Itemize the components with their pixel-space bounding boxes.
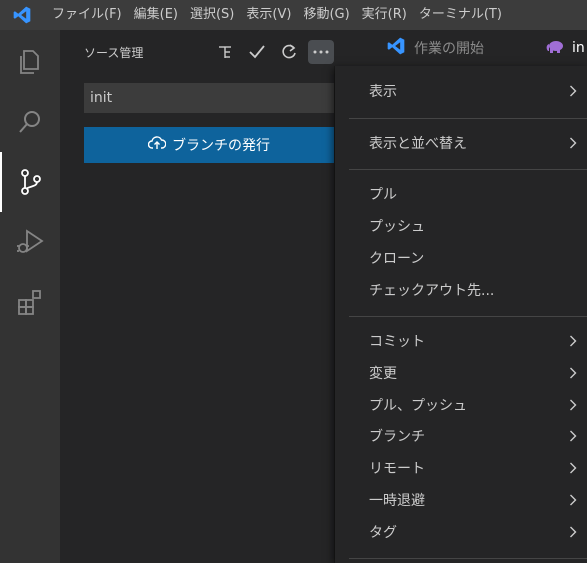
menu-separator <box>349 316 587 317</box>
menu-separator <box>349 169 587 170</box>
cloud-upload-icon <box>147 136 167 154</box>
menu-item-branch[interactable]: ブランチ <box>335 421 587 451</box>
menu-item-push[interactable]: プッシュ <box>335 211 587 241</box>
sidebar-title: ソース管理 <box>84 45 144 60</box>
chevron-right-icon <box>567 366 579 380</box>
menu-separator <box>349 558 587 559</box>
menu-edit[interactable]: 編集(E) <box>128 0 184 30</box>
menu-bar: ファイル(F) 編集(E) 選択(S) 表示(V) 移動(G) 実行(R) ター… <box>44 0 508 30</box>
chevron-right-icon <box>567 136 579 150</box>
menu-item-stash[interactable]: 一時退避 <box>335 485 587 515</box>
refresh-icon[interactable] <box>276 39 302 65</box>
chevron-right-icon <box>567 334 579 348</box>
run-debug-icon[interactable] <box>0 212 60 272</box>
menu-go[interactable]: 移動(G) <box>297 0 355 30</box>
menu-item-clone[interactable]: クローン <box>335 243 587 273</box>
chevron-right-icon <box>567 84 579 98</box>
search-icon[interactable] <box>0 92 60 152</box>
tab-php-file[interactable]: in <box>546 30 585 66</box>
menu-separator <box>349 118 587 119</box>
menu-terminal[interactable]: ターミナル(T) <box>413 0 508 30</box>
menu-item-remote[interactable]: リモート <box>335 453 587 483</box>
tab-label: 作業の開始 <box>414 41 484 57</box>
more-actions-menu: 表示 表示と並べ替え プル プッシュ クローン チェックアウト先... コミット… <box>335 66 587 563</box>
menu-item-view-and-sort[interactable]: 表示と並べ替え <box>335 128 587 158</box>
source-control-icon[interactable] <box>0 152 60 212</box>
menu-view[interactable]: 表示(V) <box>240 0 297 30</box>
sidebar-header: ソース管理 <box>60 30 334 74</box>
chevron-right-icon <box>567 398 579 412</box>
menu-file[interactable]: ファイル(F) <box>44 0 128 30</box>
menu-item-tags[interactable]: タグ <box>335 517 587 547</box>
publish-branch-label: ブランチの発行 <box>172 138 270 154</box>
commit-check-icon[interactable] <box>244 39 270 65</box>
tab-label: in <box>572 40 585 56</box>
extensions-icon[interactable] <box>0 272 60 332</box>
menu-selection[interactable]: 選択(S) <box>184 0 240 30</box>
sidebar-actions <box>212 39 334 65</box>
menu-item-view[interactable]: 表示 <box>335 76 587 106</box>
chevron-right-icon <box>567 461 579 475</box>
commit-message-input[interactable] <box>84 83 334 113</box>
chevron-right-icon <box>567 525 579 539</box>
title-bar: ファイル(F) 編集(E) 選択(S) 表示(V) 移動(G) 実行(R) ター… <box>0 0 587 30</box>
menu-item-changes[interactable]: 変更 <box>335 358 587 388</box>
more-actions-icon[interactable] <box>308 40 334 64</box>
chevron-right-icon <box>567 493 579 507</box>
view-as-tree-icon[interactable] <box>212 39 238 65</box>
menu-run[interactable]: 実行(R) <box>356 0 413 30</box>
publish-branch-button[interactable]: ブランチの発行 <box>84 127 334 163</box>
source-control-sidebar: ソース管理 init ブランチの発行 <box>60 30 334 563</box>
menu-item-commit[interactable]: コミット <box>335 326 587 356</box>
vscode-logo-icon <box>386 36 406 60</box>
editor-tab-bar: 作業の開始 in <box>334 30 587 66</box>
explorer-icon[interactable] <box>0 32 60 92</box>
tab-get-started[interactable]: 作業の開始 <box>386 30 484 66</box>
activity-bar <box>0 30 60 563</box>
menu-item-checkout-to[interactable]: チェックアウト先... <box>335 275 587 305</box>
php-elephant-icon <box>546 39 564 57</box>
vscode-logo-icon <box>0 0 44 30</box>
menu-item-pull-push[interactable]: プル、プッシュ <box>335 390 587 420</box>
chevron-right-icon <box>567 429 579 443</box>
menu-item-pull[interactable]: プル <box>335 179 587 209</box>
